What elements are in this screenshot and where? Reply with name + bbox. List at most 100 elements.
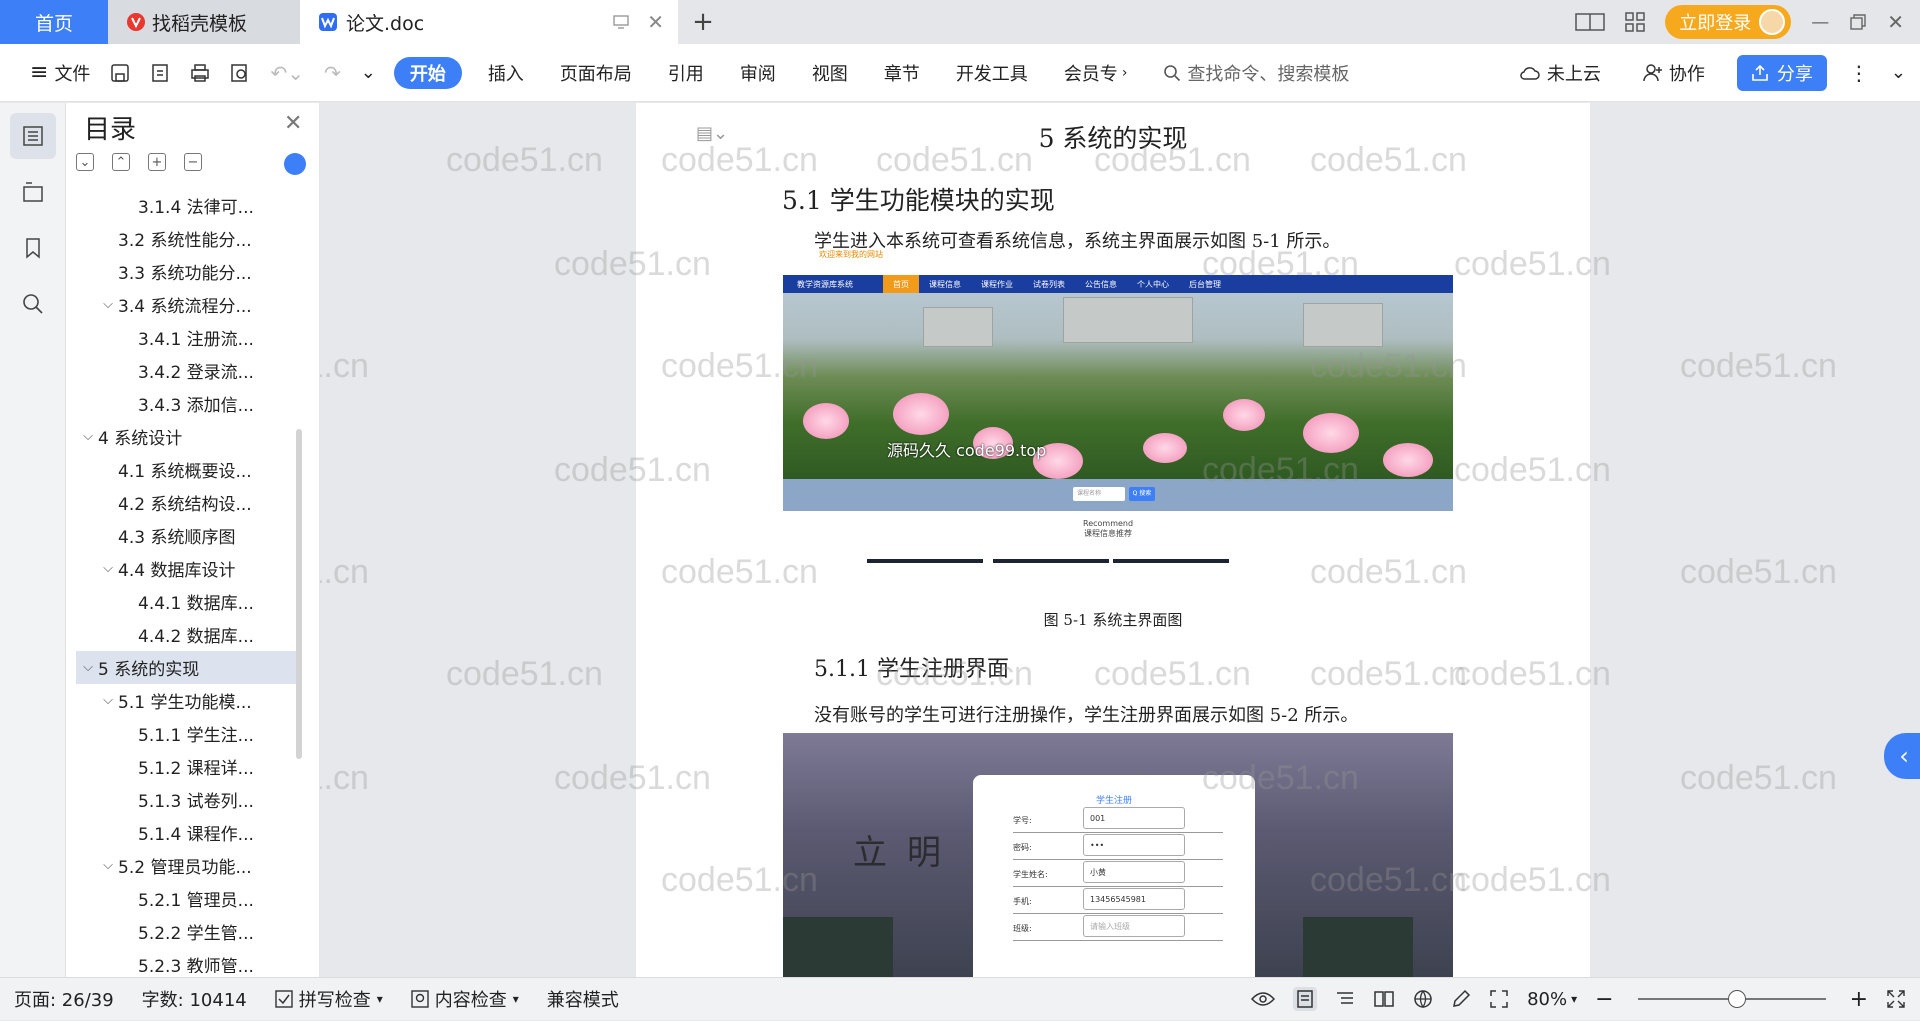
redo-button[interactable]: ↷ — [314, 55, 351, 91]
toc-item[interactable]: 4.4.1 数据库... — [76, 585, 298, 618]
tab-chapter[interactable]: 章节 — [866, 57, 938, 89]
tab-developer[interactable]: 开发工具 — [938, 57, 1046, 89]
chevron-down-icon[interactable]: ⌵ — [78, 429, 98, 444]
toc-item[interactable]: 3.1.4 法律可... — [76, 189, 298, 222]
toc-item[interactable]: ⌵ 4 系统设计 — [76, 420, 298, 453]
close-tab-icon[interactable]: ✕ — [647, 10, 664, 34]
expand-all-icon[interactable]: ⌄ — [76, 153, 94, 171]
tab-start[interactable]: 开始 — [393, 56, 462, 89]
document-canvas[interactable]: ▤⌄ 5 系统的实现 5.1 学生功能模块的实现 学生进入本系统可查看系统信息，… — [320, 103, 1900, 977]
tab-template[interactable]: 找稻壳模板 — [108, 0, 300, 44]
tab-document[interactable]: 论文.doc ✕ — [300, 0, 678, 44]
toc-item[interactable]: ⌵ 4.4 数据库设计 — [76, 552, 298, 585]
minimize-icon[interactable]: — — [1811, 12, 1829, 33]
content-check-button[interactable]: 内容检查 ▾ — [397, 978, 533, 1021]
export-pdf-button[interactable] — [140, 55, 180, 91]
apps-grid-icon[interactable] — [1625, 12, 1645, 32]
toc-item[interactable]: 3.2 系统性能分... — [76, 222, 298, 255]
close-window-icon[interactable]: ✕ — [1887, 10, 1904, 34]
tab-references[interactable]: 引用 — [650, 57, 722, 89]
print-preview-button[interactable] — [220, 55, 260, 91]
vertical-scrollbar[interactable] — [1900, 103, 1920, 977]
toc-item[interactable]: 3.3 系统功能分... — [76, 255, 298, 288]
toc-item[interactable]: ⌵ 5.1 学生功能模... — [76, 684, 298, 717]
print-button[interactable] — [180, 55, 220, 91]
toc-item[interactable]: 4.3 系统顺序图 — [76, 519, 298, 552]
monitor-icon[interactable] — [613, 10, 629, 34]
toc-item[interactable]: 5.1.1 学生注... — [76, 717, 298, 750]
chevron-down-icon[interactable]: ⌵ — [98, 561, 118, 576]
tab-review[interactable]: 审阅 — [722, 57, 794, 89]
rail-search-button[interactable] — [10, 281, 56, 327]
close-icon[interactable]: ✕ — [284, 111, 302, 136]
toc-item[interactable]: 3.4.1 注册流... — [76, 321, 298, 354]
zoom-in-icon[interactable]: + — [1850, 987, 1868, 1012]
toc-item[interactable]: 3.4.2 登录流... — [76, 354, 298, 387]
toc-item[interactable]: 5.2.3 教师管... — [76, 948, 298, 973]
pen-icon[interactable] — [1451, 989, 1471, 1009]
left-rail — [0, 103, 66, 977]
chevron-down-icon[interactable]: ⌵ — [98, 693, 118, 708]
zoom-slider[interactable] — [1637, 990, 1826, 1008]
word-count[interactable]: 字数: 10414 — [128, 978, 261, 1021]
fit-page-icon[interactable] — [1489, 989, 1509, 1009]
zoom-slider-handle[interactable] — [1727, 990, 1746, 1008]
page-indicator[interactable]: 页面: 26/39 — [0, 978, 128, 1021]
new-tab-button[interactable]: + — [678, 0, 728, 44]
toc-item[interactable]: 4.2 系统结构设... — [76, 486, 298, 519]
toc-item[interactable]: 5.2.2 学生管... — [76, 915, 298, 948]
chevron-down-icon[interactable]: ⌵ — [78, 660, 98, 675]
rail-bookmark-button[interactable] — [10, 225, 56, 271]
toc-item[interactable]: 4.1 系统概要设... — [76, 453, 298, 486]
toc-item[interactable]: 5.1.4 课程作... — [76, 816, 298, 849]
toc-item[interactable]: 3.4.3 添加信... — [76, 387, 298, 420]
fullscreen-icon[interactable] — [1886, 989, 1906, 1009]
toc-scrollbar[interactable] — [296, 189, 302, 973]
toc-item[interactable]: 5.1.3 试卷列... — [76, 783, 298, 816]
more-icon[interactable]: ⋮ — [1849, 61, 1869, 85]
zoom-out-icon[interactable]: − — [1595, 987, 1613, 1012]
toc-item[interactable]: ⌵ 3.4 系统流程分... — [76, 288, 298, 321]
undo-button[interactable]: ↶⌄ — [260, 55, 314, 91]
save-button[interactable] — [100, 55, 140, 91]
toc-item[interactable]: 5.1.2 课程详... — [76, 750, 298, 783]
toc-item[interactable]: 4.4.2 数据库... — [76, 618, 298, 651]
restore-icon[interactable] — [1849, 13, 1867, 31]
rail-toc-button[interactable] — [10, 113, 56, 159]
rail-outline-button[interactable] — [10, 169, 56, 215]
chevron-down-icon[interactable]: ▾ — [1571, 992, 1577, 1006]
side-panel-expand-button[interactable]: ‹ — [1884, 733, 1920, 779]
tab-home[interactable]: 首页 — [0, 0, 108, 44]
collaborate-button[interactable]: 协作 — [1633, 55, 1715, 91]
web-view-icon[interactable] — [1413, 989, 1433, 1009]
collapse-all-icon[interactable]: ⌃ — [112, 153, 130, 171]
ai-assistant-icon[interactable] — [284, 153, 306, 175]
reading-view-icon[interactable] — [1373, 989, 1395, 1009]
tab-insert[interactable]: 插入 — [470, 57, 542, 89]
toc-item[interactable]: ⌵ 5 系统的实现 — [76, 651, 298, 684]
toc-item[interactable]: ⌵ 5.2 管理员功能... — [76, 849, 298, 882]
chevron-down-icon[interactable]: ⌵ — [98, 858, 118, 873]
share-button[interactable]: 分享 — [1736, 54, 1827, 91]
tab-page-layout[interactable]: 页面布局 — [542, 57, 650, 89]
zoom-level[interactable]: 80% — [1527, 989, 1567, 1010]
cloud-status-button[interactable]: 未上云 — [1509, 55, 1611, 91]
page-view-icon[interactable] — [1293, 987, 1318, 1011]
toc-item[interactable]: 5.2.1 管理员... — [76, 882, 298, 915]
toc-scroll-thumb[interactable] — [296, 429, 302, 759]
add-heading-icon[interactable]: + — [148, 153, 166, 171]
tab-view[interactable]: 视图 — [794, 57, 866, 89]
quick-access-dropdown[interactable]: ⌄ — [351, 55, 386, 91]
ribbon-collapse-icon[interactable]: ⌄ — [1891, 62, 1906, 83]
outline-view-icon[interactable] — [1335, 989, 1355, 1009]
document-page[interactable]: ▤⌄ 5 系统的实现 5.1 学生功能模块的实现 学生进入本系统可查看系统信息，… — [446, 103, 1590, 977]
layout-icon[interactable] — [1575, 12, 1605, 32]
command-search[interactable]: 查找命令、搜索模板 — [1163, 60, 1349, 86]
file-menu-button[interactable]: ≡ 文件 — [20, 55, 100, 91]
tab-member[interactable]: 会员专 › — [1046, 57, 1146, 89]
chevron-down-icon[interactable]: ⌵ — [98, 297, 118, 312]
eye-protection-icon[interactable] — [1251, 990, 1276, 1008]
login-button[interactable]: 立即登录 — [1665, 5, 1792, 39]
remove-heading-icon[interactable]: − — [184, 153, 202, 171]
spell-check-button[interactable]: 拼写检查 ▾ — [261, 978, 397, 1021]
